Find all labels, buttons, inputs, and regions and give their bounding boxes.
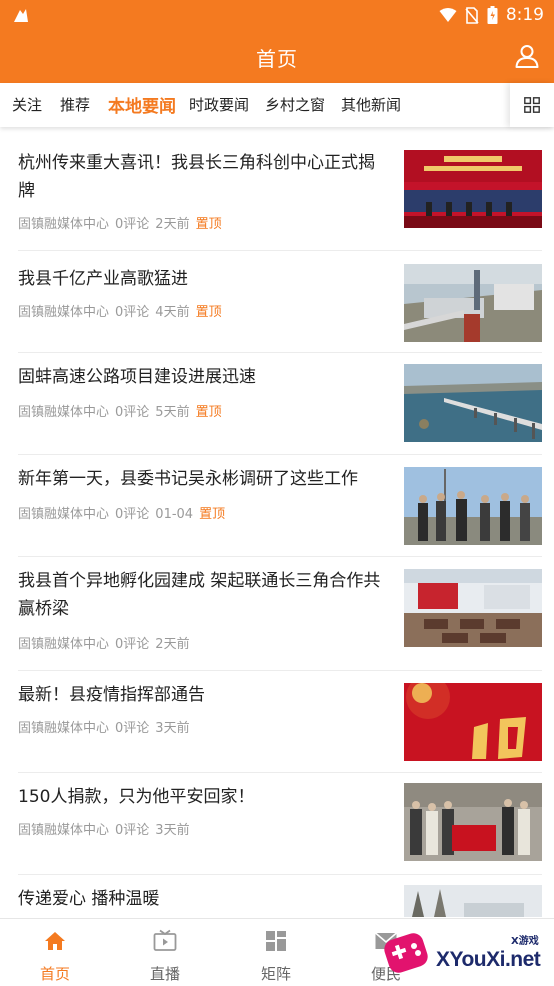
watermark-small-text: X游戏 (511, 936, 539, 947)
news-item[interactable]: 固蚌高速公路项目建设进展迅速 固镇融媒体中心 0评论 5天前 置顶 (18, 353, 542, 455)
pinned-badge: 置顶 (199, 507, 226, 522)
news-thumbnail (404, 683, 542, 761)
nav-live[interactable]: 直播 (110, 919, 220, 986)
news-time: 2天前 (155, 217, 190, 232)
news-thumbnail (404, 569, 542, 647)
battery-icon (487, 6, 498, 24)
news-item[interactable]: 最新！县疫情指挥部通告 固镇融媒体中心 0评论 3天前 (18, 671, 542, 773)
news-comments: 0评论 (115, 823, 150, 838)
nav-matrix[interactable]: 矩阵 (221, 919, 331, 986)
news-meta: 固镇融媒体中心 0评论 5天前 置顶 (18, 401, 228, 420)
tab-other-news[interactable]: 其他新闻 (341, 94, 401, 115)
news-title: 新年第一天，县委书记吴永彬调研了这些工作 (18, 469, 358, 489)
news-source: 固镇融媒体中心 (18, 217, 110, 232)
news-source: 固镇融媒体中心 (18, 405, 110, 420)
tv-icon (153, 929, 177, 951)
news-meta: 固镇融媒体中心 0评论 3天前 (18, 717, 196, 736)
news-comments: 0评论 (115, 305, 150, 320)
news-source: 固镇融媒体中心 (18, 721, 110, 736)
news-comments: 0评论 (115, 637, 150, 652)
grid-icon (524, 97, 540, 113)
wifi-icon (439, 8, 457, 22)
news-comments: 0评论 (115, 217, 150, 232)
nav-label: 矩阵 (260, 965, 291, 983)
news-time: 4天前 (155, 305, 190, 320)
news-title: 我县千亿产业高歌猛进 (18, 269, 188, 289)
news-comments: 0评论 (115, 721, 150, 736)
news-thumbnail (404, 783, 542, 861)
app-notification-icon (14, 9, 28, 22)
news-meta: 固镇融媒体中心 0评论 3天前 (18, 819, 196, 838)
news-comments: 0评论 (115, 405, 150, 420)
news-thumbnail (404, 885, 542, 917)
news-comments: 0评论 (115, 507, 150, 522)
pinned-badge: 置顶 (195, 405, 222, 420)
news-time: 2天前 (155, 637, 190, 652)
news-title: 杭州传来重大喜讯！我县长三角科创中心正式揭牌 (18, 153, 375, 201)
news-thumbnail (404, 467, 542, 545)
news-title: 固蚌高速公路项目建设进展迅速 (18, 367, 256, 387)
tab-recommend[interactable]: 推荐 (60, 94, 90, 115)
pinned-badge: 置顶 (195, 217, 222, 232)
news-title: 传递爱心 播种温暖 (18, 889, 160, 909)
watermark-logo: X游戏 XYouXi.net (384, 924, 552, 982)
news-title: 最新！县疫情指挥部通告 (18, 685, 205, 705)
status-bar: 8:19 (0, 0, 554, 30)
news-item[interactable]: 我县千亿产业高歌猛进 固镇融媒体中心 0评论 4天前 置顶 (18, 251, 542, 353)
news-source: 固镇融媒体中心 (18, 637, 110, 652)
no-sim-icon (465, 6, 479, 24)
news-title: 150人捐款，只为他平安回家！ (18, 787, 255, 807)
news-time: 5天前 (155, 405, 190, 420)
tab-politics[interactable]: 时政要闻 (189, 94, 249, 115)
news-time: 01-04 (155, 507, 194, 522)
news-source: 固镇融媒体中心 (18, 507, 110, 522)
news-meta: 固镇融媒体中心 0评论 01-04 置顶 (18, 503, 231, 522)
category-tabs: 关注 推荐 本地要闻 时政要闻 乡村之窗 其他新闻 (0, 83, 554, 127)
news-source: 固镇融媒体中心 (18, 305, 110, 320)
news-title: 我县首个异地孵化园建成 架起联通长三角合作共赢桥梁 (18, 571, 381, 619)
news-item[interactable]: 150人捐款，只为他平安回家！ 固镇融媒体中心 0评论 3天前 (18, 773, 542, 875)
tab-follow[interactable]: 关注 (12, 94, 42, 115)
news-thumbnail (404, 150, 542, 228)
watermark-text: XYouXi.net (436, 948, 541, 971)
app-bar: 首页 (0, 30, 554, 83)
home-icon (45, 932, 65, 950)
news-time: 3天前 (155, 721, 190, 736)
news-meta: 固镇融媒体中心 0评论 2天前 置顶 (18, 213, 228, 232)
user-icon[interactable] (514, 43, 540, 69)
pinned-badge: 置顶 (195, 305, 222, 320)
news-item[interactable]: 杭州传来重大喜讯！我县长三角科创中心正式揭牌 固镇融媒体中心 0评论 2天前 置顶 (18, 135, 542, 251)
news-item[interactable]: 我县首个异地孵化园建成 架起联通长三角合作共赢桥梁 固镇融媒体中心 0评论 2天前 (18, 557, 542, 671)
tab-menu-button[interactable] (510, 83, 554, 127)
news-time: 3天前 (155, 823, 190, 838)
news-item[interactable]: 新年第一天，县委书记吴永彬调研了这些工作 固镇融媒体中心 0评论 01-04 置顶 (18, 455, 542, 557)
news-meta: 固镇融媒体中心 0评论 4天前 置顶 (18, 301, 228, 320)
nav-label: 直播 (149, 965, 180, 983)
news-thumbnail (404, 364, 542, 442)
nav-label: 首页 (39, 965, 70, 983)
nav-home[interactable]: 首页 (0, 919, 110, 986)
gamepad-logo-icon (384, 933, 428, 973)
page-title: 首页 (256, 47, 298, 71)
status-time: 8:19 (505, 5, 544, 25)
news-thumbnail (404, 264, 542, 342)
news-source: 固镇融媒体中心 (18, 823, 110, 838)
tab-village[interactable]: 乡村之窗 (265, 94, 325, 115)
news-meta: 固镇融媒体中心 0评论 2天前 (18, 633, 196, 652)
tab-local-news[interactable]: 本地要闻 (108, 92, 176, 117)
matrix-icon (266, 931, 286, 951)
